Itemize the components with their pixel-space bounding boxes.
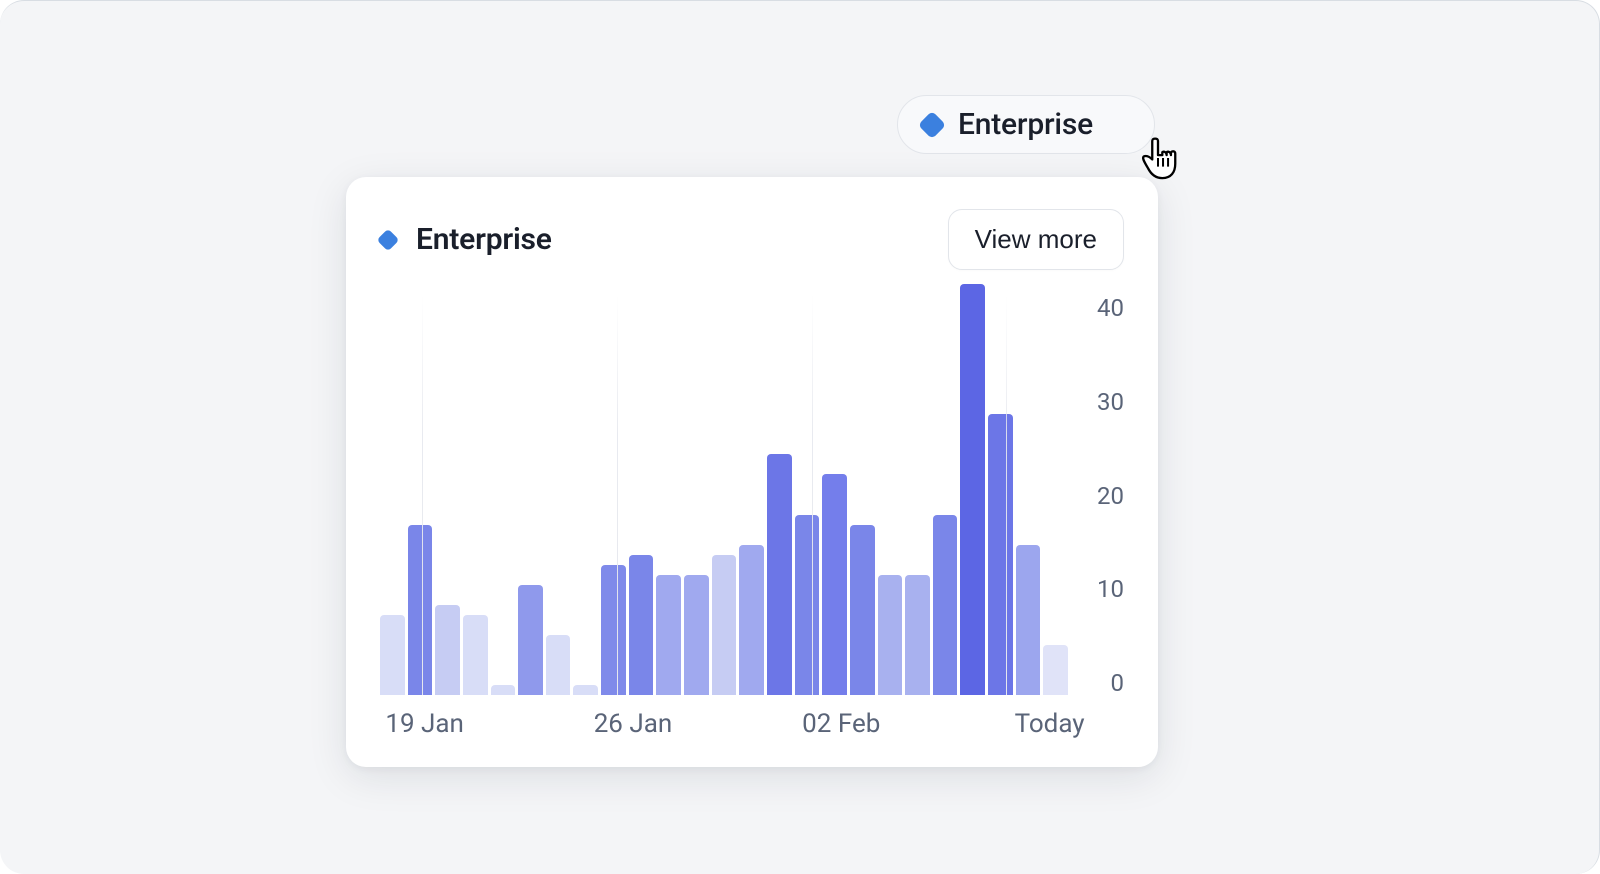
- chart-bar[interactable]: [960, 284, 985, 695]
- chart-x-tick: 26 Jan: [594, 709, 673, 739]
- chart-gridline: [812, 294, 813, 695]
- chart-y-tick: 30: [1097, 390, 1124, 414]
- chart-bar[interactable]: [878, 575, 903, 695]
- chart-x-tick: 02 Feb: [802, 709, 880, 739]
- chart-bars-area: [380, 294, 1076, 695]
- chart-bar[interactable]: [380, 615, 405, 695]
- chart-bar[interactable]: [767, 454, 792, 695]
- chart-bar[interactable]: [1043, 645, 1068, 695]
- chart-bar[interactable]: [795, 515, 820, 695]
- chart-x-tick: Today: [1015, 709, 1085, 739]
- chart-bar[interactable]: [684, 575, 709, 695]
- chart-area: 40 30 20 10 0 19 Jan 26 Jan 02 Feb Today: [380, 294, 1124, 743]
- view-more-button[interactable]: View more: [948, 209, 1124, 270]
- chart-bar[interactable]: [435, 605, 460, 695]
- chart-bar[interactable]: [601, 565, 626, 695]
- chart-bar[interactable]: [905, 575, 930, 695]
- chart-y-tick: 0: [1111, 671, 1125, 695]
- diamond-icon: [918, 110, 946, 138]
- chart-bar[interactable]: [850, 525, 875, 695]
- series-toggle-label: Enterprise: [958, 107, 1093, 142]
- chart-bar[interactable]: [408, 525, 433, 695]
- chart-y-tick: 10: [1097, 577, 1124, 601]
- chart-y-tick: 40: [1097, 296, 1124, 320]
- chart-gridline: [617, 294, 618, 695]
- chart-y-axis: 40 30 20 10 0: [1076, 294, 1124, 695]
- chart-bar[interactable]: [491, 685, 516, 695]
- chart-bar[interactable]: [933, 515, 958, 695]
- chart-y-tick: 20: [1097, 484, 1124, 508]
- diamond-icon: [377, 228, 400, 251]
- chart-bar[interactable]: [712, 555, 737, 695]
- chart-gridline: [422, 294, 423, 695]
- chart-bar[interactable]: [573, 685, 598, 695]
- chart-bar[interactable]: [629, 555, 654, 695]
- chart-x-axis: 19 Jan 26 Jan 02 Feb Today: [380, 709, 1124, 743]
- chart-bar[interactable]: [739, 545, 764, 695]
- chart-card-header: Enterprise View more: [380, 209, 1124, 270]
- chart-title-group: Enterprise: [380, 222, 552, 257]
- series-toggle-enterprise[interactable]: Enterprise: [897, 95, 1155, 154]
- chart-x-tick: 19 Jan: [385, 709, 464, 739]
- chart-bar[interactable]: [518, 585, 543, 695]
- chart-bar[interactable]: [546, 635, 571, 695]
- app-canvas: Enterprise Enterprise View more 40 30 20 10…: [0, 0, 1600, 874]
- chart-bar[interactable]: [463, 615, 488, 695]
- chart-title: Enterprise: [416, 222, 552, 257]
- chart-bar[interactable]: [656, 575, 681, 695]
- chart-bar[interactable]: [1016, 545, 1041, 695]
- chart-gridline: [1006, 294, 1007, 695]
- chart-bar[interactable]: [988, 414, 1013, 695]
- chart-plot-row: 40 30 20 10 0: [380, 294, 1124, 695]
- chart-card: Enterprise View more 40 30 20 10 0 19 Jan 26 …: [346, 177, 1158, 767]
- chart-bar[interactable]: [822, 474, 847, 695]
